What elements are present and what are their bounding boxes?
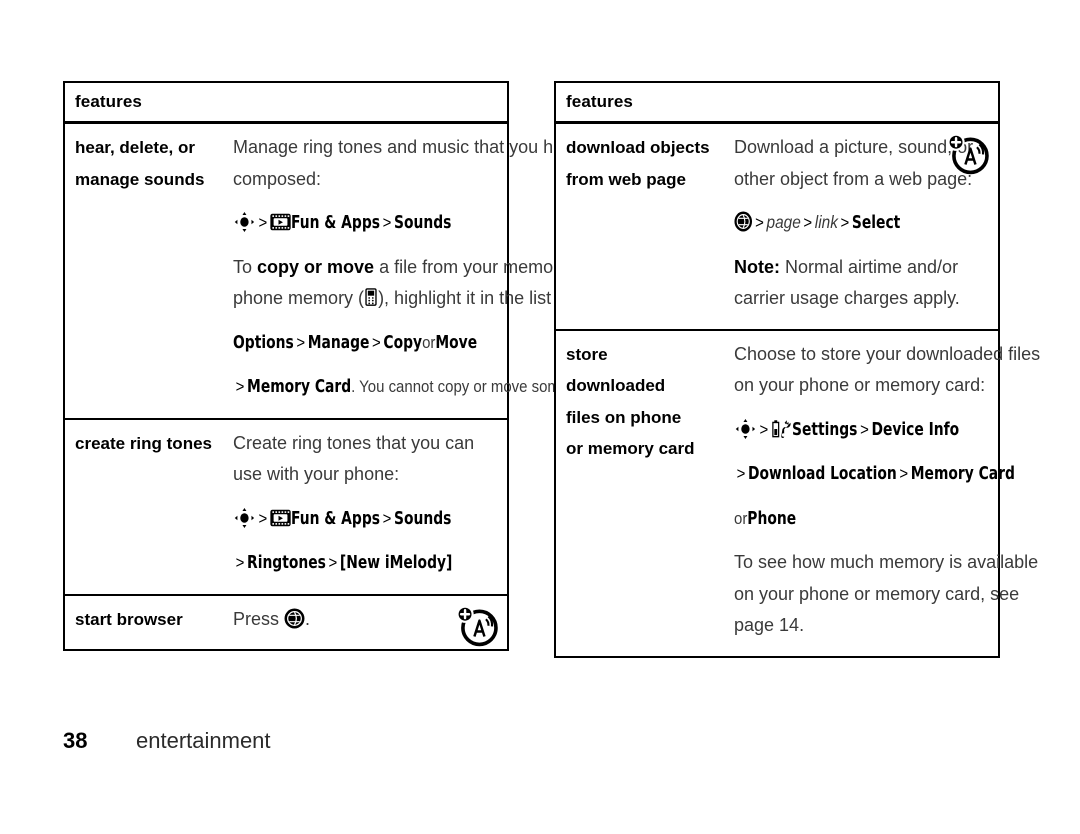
description-paragraph: Choose to store your downloaded files on… bbox=[734, 339, 1053, 402]
path-separator: > bbox=[235, 553, 245, 572]
emphasis-text: copy or move bbox=[257, 256, 375, 277]
feature-name-cell: create ring tones bbox=[65, 420, 233, 594]
feature-name-line: hear, delete, or bbox=[75, 138, 195, 157]
table-row: download objects from web page Download a … bbox=[556, 124, 998, 329]
settings-icon bbox=[771, 419, 792, 440]
menu-path-line: orPhone bbox=[734, 503, 1053, 536]
path-separator: > bbox=[258, 213, 268, 232]
body-text: Press bbox=[233, 608, 285, 629]
features-table-right: features download objects from web page Dow… bbox=[554, 81, 1040, 658]
table-header-right: features bbox=[556, 83, 998, 124]
path-separator: > bbox=[382, 508, 392, 528]
features-table-left: features hear, delete, or manage sounds Man… bbox=[63, 81, 745, 651]
menu-path-line: > Ringtones > [New iMelody] bbox=[233, 547, 499, 580]
fun-and-apps-icon bbox=[270, 509, 291, 529]
feature-name-line: store bbox=[566, 344, 608, 364]
emphasis-text: Manage bbox=[307, 332, 370, 353]
feature-description-cell: Choose to store your downloaded files on… bbox=[734, 331, 1061, 656]
path-separator: > bbox=[755, 213, 764, 232]
description-paragraph: Note: Normal airtime and/or carrier usag… bbox=[734, 252, 990, 315]
page-section-name: entertainment bbox=[136, 728, 271, 753]
table-row: create ring tones Create ring tones that … bbox=[65, 417, 507, 594]
emphasis-text: Download Location bbox=[748, 464, 897, 484]
path-separator: > bbox=[372, 332, 381, 352]
emphasis-text: Phone bbox=[747, 508, 797, 529]
body-text: Choose to store your downloaded files on… bbox=[734, 343, 1041, 396]
page-footer: 38 entertainment bbox=[63, 728, 271, 754]
emphasis-text: Memory Card bbox=[247, 377, 352, 397]
body-text: To bbox=[233, 256, 258, 277]
emphasis-text: Settings bbox=[792, 419, 858, 440]
path-separator: > bbox=[803, 213, 813, 232]
feature-name-line: start browser bbox=[75, 609, 183, 629]
feature-name-cell: store downloaded files on phone or memory c… bbox=[556, 331, 734, 656]
feature-name-line: or memory card bbox=[566, 439, 695, 458]
emphasis-text: Fun & Apps bbox=[291, 213, 381, 233]
path-separator: > bbox=[328, 553, 338, 572]
path-separator: > bbox=[258, 508, 268, 528]
emphasis-text: Options bbox=[233, 332, 294, 353]
emphasis-text: Memory Card bbox=[910, 464, 1015, 484]
path-separator: > bbox=[382, 213, 392, 232]
menu-path-line: > Download Location > Memory Card bbox=[734, 458, 1053, 491]
emphasis-text: Copy bbox=[383, 332, 423, 353]
emphasis-text: Sounds bbox=[394, 213, 452, 233]
menu-path-line: > Fun & Apps > Sounds bbox=[233, 503, 499, 536]
browser-key-icon bbox=[284, 608, 305, 629]
body-text: To see how much memory is available on y… bbox=[734, 552, 1039, 635]
body-text: or bbox=[422, 332, 436, 352]
feature-name-cell: hear, delete, or manage sounds bbox=[65, 124, 233, 418]
path-separator: > bbox=[759, 419, 769, 439]
table-row: store downloaded files on phone or memory c… bbox=[556, 328, 1040, 656]
feature-description-cell: Press . bbox=[233, 596, 507, 650]
nav-key-icon bbox=[734, 418, 757, 440]
emphasis-text: Device Info bbox=[871, 419, 960, 440]
nav-key-icon bbox=[233, 507, 256, 529]
body-text: Download a picture, sound, or other obje… bbox=[734, 137, 974, 189]
description-paragraph: Create ring tones that you can use with … bbox=[233, 428, 499, 491]
path-separator: > bbox=[235, 377, 245, 396]
emphasis-text: Note: bbox=[734, 256, 780, 277]
phone-memory-icon bbox=[364, 288, 378, 308]
table-header-left: features bbox=[65, 83, 507, 124]
menu-path-line: > Settings > Device Info bbox=[734, 414, 1053, 447]
feature-name-line: downloaded bbox=[566, 376, 666, 395]
feature-name-line: from web page bbox=[566, 169, 686, 189]
path-separator: > bbox=[736, 464, 746, 483]
table-row: hear, delete, or manage sounds Manage ring… bbox=[65, 124, 745, 418]
body-text: Create ring tones that you can use with … bbox=[233, 432, 475, 485]
emphasis-text: Ringtones bbox=[247, 553, 326, 573]
emphasis-text: Sounds bbox=[394, 508, 452, 529]
feature-name-cell: download objects from web page bbox=[556, 124, 734, 329]
placeholder-text: page bbox=[766, 212, 801, 232]
emphasis-text: Fun & Apps bbox=[291, 508, 381, 529]
placeholder-text: link bbox=[814, 212, 838, 232]
browser-key-icon bbox=[734, 211, 753, 233]
feature-name-line: manage sounds bbox=[75, 169, 205, 189]
body-text: . bbox=[305, 608, 311, 629]
feature-name-line: download objects bbox=[566, 138, 710, 157]
description-paragraph: To see how much memory is available on y… bbox=[734, 547, 1053, 642]
feature-name-cell: start browser bbox=[65, 596, 233, 650]
feature-name-line: create ring tones bbox=[75, 433, 212, 453]
emphasis-text: Select bbox=[851, 213, 901, 233]
fun-and-apps-icon bbox=[270, 213, 291, 233]
feature-name-line: files on phone bbox=[566, 407, 682, 427]
menu-path-line: > page > link > Select bbox=[734, 207, 990, 240]
path-separator: > bbox=[296, 332, 306, 352]
feature-description-cell: Create ring tones that you can use with … bbox=[233, 420, 507, 594]
table-row: start browser Press . bbox=[65, 593, 507, 650]
feature-description-cell: Download a picture, sound, or other obje… bbox=[734, 124, 998, 329]
path-separator: > bbox=[840, 213, 850, 232]
page-number: 38 bbox=[63, 728, 88, 753]
emphasis-text: [New iMelody] bbox=[339, 553, 453, 573]
path-separator: > bbox=[899, 464, 909, 483]
path-separator: > bbox=[860, 419, 869, 439]
emphasis-text: Move bbox=[435, 332, 478, 353]
body-text: or bbox=[734, 508, 748, 528]
nav-key-icon bbox=[233, 212, 256, 233]
